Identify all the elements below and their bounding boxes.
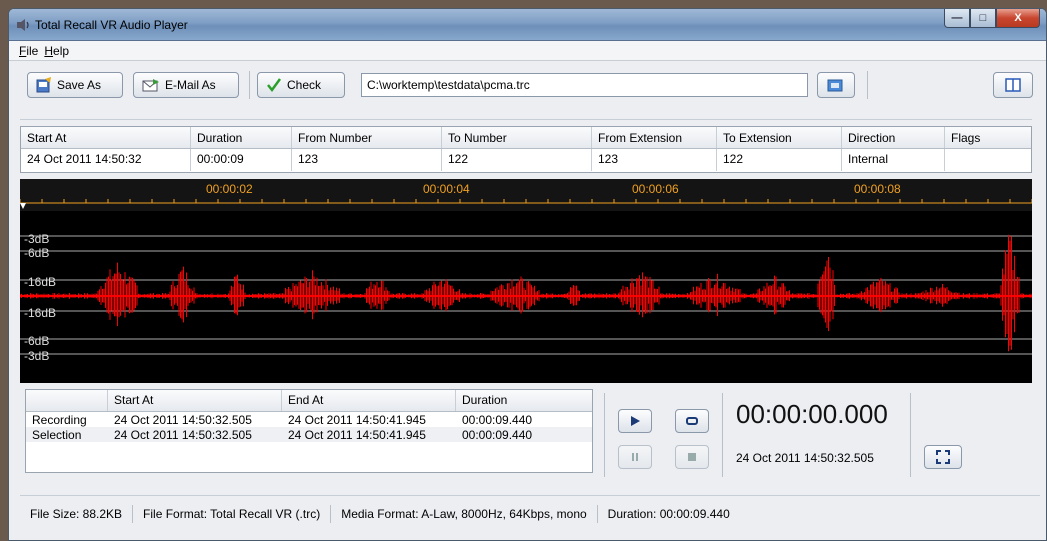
db-label: -16dB (24, 306, 56, 320)
column-header[interactable]: Start At (21, 127, 191, 148)
checkmark-icon (267, 78, 282, 93)
db-label: -16dB (24, 275, 56, 289)
table-header: Start At End At Duration (26, 390, 592, 412)
segments-table: Start At End At Duration Recording 24 Oc… (25, 389, 593, 473)
column-header[interactable]: End At (282, 390, 456, 411)
maximize-button[interactable]: □ (970, 9, 996, 28)
save-as-label: Save As (57, 78, 102, 92)
panel-separator (722, 393, 723, 477)
playback-time: 00:00:00.000 (736, 399, 888, 429)
waveform-path (20, 234, 1032, 352)
timeline-label: 00:00:08 (854, 182, 901, 196)
audio-waveform (20, 234, 1032, 352)
table-cell: 24 Oct 2011 14:50:32 (21, 149, 191, 171)
timeline-label: 00:00:06 (632, 182, 679, 196)
playback-panel: Start At End At Duration Recording 24 Oc… (20, 389, 1040, 489)
expand-icon (936, 450, 950, 464)
status-file-format: File Format: Total Recall VR (.trc) (133, 505, 332, 523)
table-cell: 24 Oct 2011 14:50:41.945 (288, 413, 426, 427)
column-header[interactable]: Direction (842, 127, 945, 148)
column-header[interactable]: Start At (108, 390, 282, 411)
table-cell: 123 (592, 149, 717, 171)
pause-button[interactable] (618, 445, 652, 469)
loop-button[interactable] (675, 409, 709, 433)
table-header: Start At Duration From Number To Number … (21, 127, 1031, 149)
db-label: -6dB (24, 334, 49, 348)
table-cell: Internal (842, 149, 945, 171)
status-duration: Duration: 00:00:09.440 (607, 507, 730, 521)
minimize-button[interactable]: — (944, 9, 970, 28)
columns-icon (1005, 78, 1021, 92)
check-button[interactable]: Check (257, 72, 345, 98)
loop-icon (686, 417, 698, 425)
window-title: Total Recall VR Audio Player (35, 18, 188, 32)
status-bar: File Size: 88.2KB File Format: Total Rec… (20, 504, 1040, 524)
table-row[interactable]: Selection 24 Oct 2011 14:50:32.505 24 Oc… (26, 427, 592, 442)
db-label: -3dB (24, 232, 49, 246)
table-cell: 24 Oct 2011 14:50:32.505 (114, 413, 252, 427)
stop-button[interactable] (675, 445, 709, 469)
column-header[interactable]: From Number (292, 127, 442, 148)
layout-toggle-button[interactable] (993, 72, 1033, 98)
current-datetime: 24 Oct 2011 14:50:32.505 (736, 451, 874, 465)
column-header[interactable]: Duration (191, 127, 292, 148)
toolbar: Save As E-Mail As Check (9, 61, 1046, 107)
app-window: Total Recall VR Audio Player — □ X File … (8, 8, 1047, 541)
email-as-button[interactable]: E-Mail As (133, 72, 239, 98)
toolbar-separator (249, 71, 250, 99)
db-label: -3dB (24, 349, 49, 363)
waveform-canvas[interactable]: 00:00:02 00:00:04 00:00:06 00:00:08 -3dB… (20, 179, 1032, 383)
folder-open-icon (827, 79, 843, 92)
save-as-button[interactable]: Save As (27, 72, 123, 98)
call-details-table: Start At Duration From Number To Number … (20, 126, 1032, 173)
table-cell: 122 (717, 149, 842, 171)
column-header[interactable]: From Extension (592, 127, 717, 148)
play-button[interactable] (618, 409, 652, 433)
column-header[interactable]: To Number (442, 127, 592, 148)
table-cell (945, 149, 1031, 171)
panel-separator (604, 393, 605, 477)
check-label: Check (287, 78, 322, 92)
title-bar[interactable]: Total Recall VR Audio Player — □ X (9, 9, 1046, 41)
timeline-label: 00:00:04 (423, 182, 470, 196)
table-cell: Selection (32, 428, 82, 442)
table-cell: 00:00:09 (191, 149, 292, 171)
table-cell: 122 (442, 149, 592, 171)
status-file-size: File Size: 88.2KB (20, 505, 134, 523)
waveform-view[interactable]: 00:00:02 00:00:04 00:00:06 00:00:08 -3dB… (20, 179, 1032, 383)
speaker-icon (17, 19, 29, 31)
pause-icon (632, 453, 638, 461)
status-media-format: Media Format: A-Law, 8000Hz, 64Kbps, mon… (331, 505, 598, 523)
play-icon (631, 416, 640, 426)
table-row[interactable]: Recording 24 Oct 2011 14:50:32.505 24 Oc… (26, 412, 592, 427)
table-cell: 24 Oct 2011 14:50:32.505 (114, 428, 252, 442)
column-header[interactable]: Duration (456, 390, 592, 411)
browse-button[interactable] (817, 72, 855, 98)
stop-icon (688, 453, 696, 461)
table-row[interactable]: 24 Oct 2011 14:50:32 00:00:09 123 122 12… (21, 149, 1031, 171)
table-cell: 00:00:09.440 (462, 428, 533, 442)
db-label: -6dB (24, 246, 49, 260)
close-button[interactable]: X (996, 9, 1040, 28)
divider (20, 495, 1040, 496)
table-cell: 24 Oct 2011 14:50:41.945 (288, 428, 426, 442)
divider (20, 119, 1032, 120)
column-header[interactable]: Flags (945, 127, 1031, 148)
email-as-label: E-Mail As (165, 78, 216, 92)
fullscreen-button[interactable] (924, 445, 962, 469)
column-header[interactable]: To Extension (717, 127, 842, 148)
timeline-label: 00:00:02 (206, 182, 253, 196)
menu-file[interactable]: File (19, 44, 38, 58)
email-icon (142, 79, 159, 92)
save-icon (36, 77, 51, 93)
table-cell: 00:00:09.440 (462, 413, 533, 427)
table-cell: Recording (32, 413, 87, 427)
file-path-field[interactable] (361, 73, 808, 97)
table-cell: 123 (292, 149, 442, 171)
panel-separator (910, 393, 911, 477)
menu-bar: File Help (9, 41, 1046, 61)
menu-help[interactable]: Help (44, 44, 69, 58)
column-header (26, 390, 108, 411)
toolbar-separator (867, 71, 868, 99)
